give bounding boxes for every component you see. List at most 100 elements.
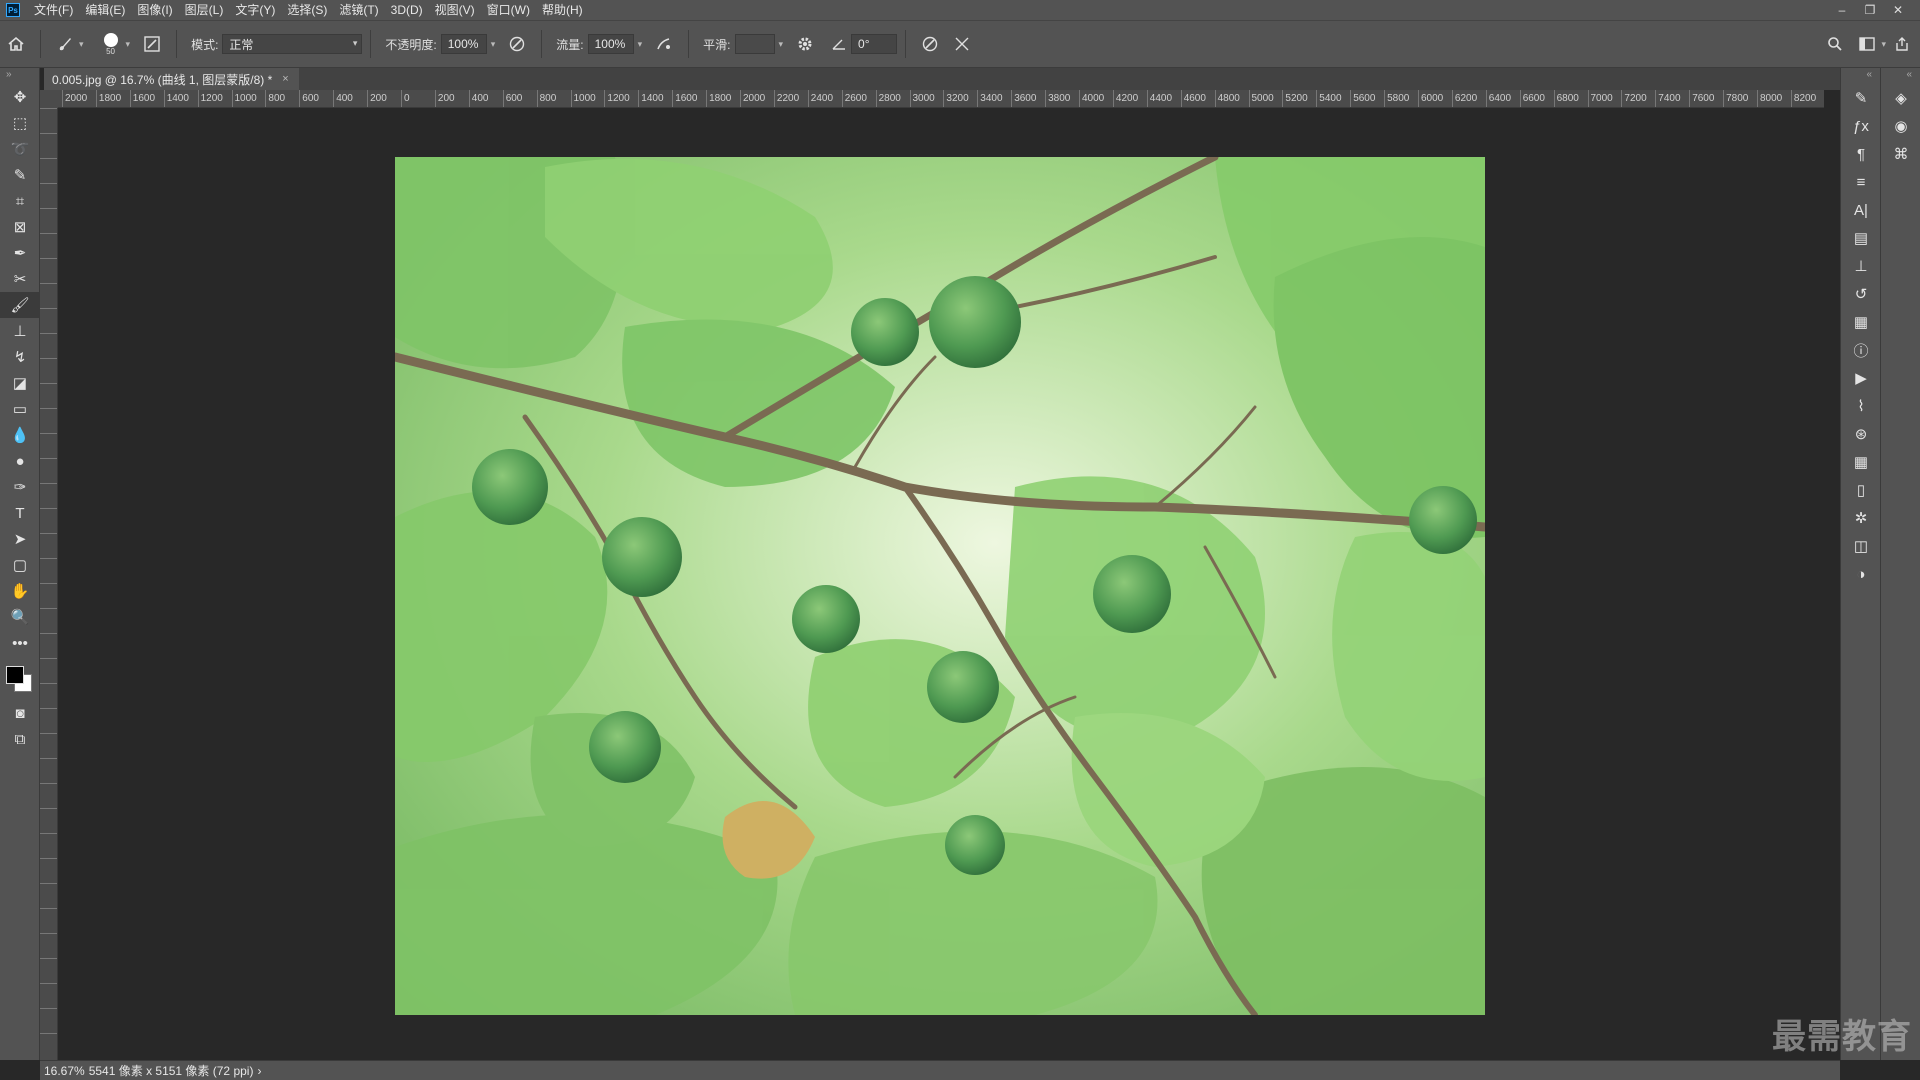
dock-expand-icon[interactable]: « bbox=[1881, 68, 1920, 84]
properties-icon[interactable]: ▤ bbox=[1841, 224, 1881, 252]
foreground-color-swatch[interactable] bbox=[6, 666, 24, 684]
pressure-size-icon[interactable] bbox=[918, 32, 942, 56]
screen-mode-icon[interactable]: ⧉ bbox=[0, 726, 40, 752]
status-arrow-icon[interactable]: › bbox=[253, 1064, 261, 1078]
hand-tool-icon[interactable]: ✋ bbox=[0, 578, 40, 604]
marquee-tool-icon[interactable]: ⬚ bbox=[0, 110, 40, 136]
chevron-down-icon[interactable]: ▾ bbox=[79, 39, 84, 50]
chevron-down-icon[interactable]: ▾ bbox=[779, 39, 784, 50]
menu-item[interactable]: 图像(I) bbox=[131, 0, 178, 20]
chevron-down-icon[interactable]: ▾ bbox=[491, 39, 496, 50]
paths-panel-icon[interactable]: ⌘ bbox=[1881, 140, 1920, 168]
navigator-icon[interactable]: ✲ bbox=[1841, 504, 1881, 532]
type-tool-icon[interactable]: T bbox=[0, 500, 40, 526]
smoothing-gear-icon[interactable] bbox=[793, 32, 817, 56]
close-window-icon[interactable]: ✕ bbox=[1884, 3, 1912, 17]
crop-tool-icon[interactable]: ⌗ bbox=[0, 188, 40, 214]
minimize-icon[interactable]: – bbox=[1828, 3, 1856, 17]
more-tools-icon[interactable]: ••• bbox=[0, 630, 40, 656]
share-icon[interactable] bbox=[1890, 32, 1914, 56]
clone-source-icon[interactable]: ⊥ bbox=[1841, 252, 1881, 280]
pen-tool-icon[interactable]: ✑ bbox=[0, 474, 40, 500]
eyedropper-tool-icon[interactable]: ✒ bbox=[0, 240, 40, 266]
lasso-tool-icon[interactable]: ➰ bbox=[0, 136, 40, 162]
rectangle-tool-icon[interactable]: ▢ bbox=[0, 552, 40, 578]
symmetry-icon[interactable] bbox=[950, 32, 974, 56]
horizontal-ruler[interactable]: 2000 1800 1600 1400 1200 1000 800 600 400 200 0 200… bbox=[58, 90, 1824, 108]
timeline-icon[interactable]: ▦ bbox=[1841, 448, 1881, 476]
color-swatches[interactable] bbox=[0, 660, 40, 700]
blur-tool-icon[interactable]: 💧 bbox=[0, 422, 40, 448]
workspace-icon[interactable] bbox=[1855, 32, 1879, 56]
menu-item[interactable]: 编辑(E) bbox=[79, 0, 131, 20]
menu-item[interactable]: 3D(D) bbox=[385, 0, 429, 20]
menu-item[interactable]: 帮助(H) bbox=[536, 0, 589, 20]
fx-icon[interactable]: ƒx bbox=[1841, 112, 1881, 140]
ruler-tick-label: 800 bbox=[536, 90, 556, 107]
notes-icon[interactable]: ▯ bbox=[1841, 476, 1881, 504]
menu-item[interactable]: 文件(F) bbox=[28, 0, 79, 20]
quick-select-tool-icon[interactable]: ✎ bbox=[0, 162, 40, 188]
quick-mask-icon[interactable]: ◙ bbox=[0, 700, 40, 726]
chevron-down-icon[interactable]: ▾ bbox=[126, 39, 131, 50]
brush-settings-toggle-icon[interactable] bbox=[140, 32, 164, 56]
pressure-opacity-icon[interactable] bbox=[505, 32, 529, 56]
menu-item[interactable]: 选择(S) bbox=[281, 0, 333, 20]
zoom-tool-icon[interactable]: 🔍 bbox=[0, 604, 40, 630]
paths-icon[interactable]: ⌇ bbox=[1841, 392, 1881, 420]
brush-settings-icon[interactable]: ✎ bbox=[1841, 84, 1881, 112]
path-select-tool-icon[interactable]: ➤ bbox=[0, 526, 40, 552]
dock-collapse-icon[interactable]: « bbox=[1841, 68, 1880, 84]
3d-icon[interactable]: ⊛ bbox=[1841, 420, 1881, 448]
mode-select[interactable]: 正常 ▾ bbox=[222, 34, 363, 54]
layers-icon[interactable]: ◈ bbox=[1881, 84, 1920, 112]
dodge-tool-icon[interactable]: ● bbox=[0, 448, 40, 474]
menu-item[interactable]: 视图(V) bbox=[429, 0, 481, 20]
ruler-corner[interactable] bbox=[40, 90, 58, 108]
color-icon[interactable]: ◑ bbox=[1841, 560, 1881, 588]
swatches-icon[interactable]: ◫ bbox=[1841, 532, 1881, 560]
menu-item[interactable]: 滤镜(T) bbox=[333, 0, 384, 20]
document-image[interactable] bbox=[395, 157, 1485, 1015]
close-tab-icon[interactable]: × bbox=[282, 73, 288, 85]
actions-icon[interactable]: ▶ bbox=[1841, 364, 1881, 392]
brush-size-picker[interactable]: 50 bbox=[98, 32, 124, 56]
search-icon[interactable] bbox=[1823, 32, 1847, 56]
menu-item[interactable]: 文字(Y) bbox=[229, 0, 281, 20]
history-icon[interactable]: ↺ bbox=[1841, 280, 1881, 308]
eraser-tool-icon[interactable]: ◪ bbox=[0, 370, 40, 396]
healing-tool-icon[interactable]: ✂ bbox=[0, 266, 40, 292]
ruler-tick bbox=[40, 408, 57, 410]
brush-preset-icon[interactable] bbox=[53, 32, 77, 56]
chevron-down-icon[interactable]: ▾ bbox=[638, 39, 643, 50]
toolbar-collapse-icon[interactable]: » bbox=[0, 68, 39, 84]
flow-input[interactable]: 100% bbox=[587, 34, 634, 54]
libraries-icon[interactable]: ▦ bbox=[1841, 308, 1881, 336]
document-tab[interactable]: 0.005.jpg @ 16.7% (曲线 1, 图层蒙版/8) * × bbox=[44, 68, 299, 90]
smoothing-input[interactable] bbox=[734, 34, 775, 54]
photoshop-logo-icon[interactable]: Ps bbox=[6, 3, 20, 17]
gradient-tool-icon[interactable]: ▭ bbox=[0, 396, 40, 422]
history-brush-tool-icon[interactable]: ↯ bbox=[0, 344, 40, 370]
vertical-ruler[interactable] bbox=[40, 108, 58, 1060]
chevron-down-icon[interactable]: ▾ bbox=[1881, 39, 1886, 50]
canvas-area[interactable] bbox=[58, 108, 1824, 1060]
menu-item[interactable]: 图层(L) bbox=[179, 0, 230, 20]
ruler-tick bbox=[40, 133, 57, 135]
adjustments-icon[interactable]: ≡ bbox=[1841, 168, 1881, 196]
info-icon[interactable]: ⓘ bbox=[1841, 336, 1881, 364]
menu-item[interactable]: 窗口(W) bbox=[481, 0, 536, 20]
brush-tool-icon[interactable]: 🖌 bbox=[0, 292, 40, 318]
airbrush-icon[interactable] bbox=[652, 32, 676, 56]
channels-icon[interactable]: ◉ bbox=[1881, 112, 1920, 140]
restore-icon[interactable]: ❐ bbox=[1856, 3, 1884, 17]
home-icon[interactable] bbox=[4, 32, 28, 56]
opacity-input[interactable]: 100% bbox=[440, 34, 487, 54]
clone-stamp-tool-icon[interactable]: ⊥ bbox=[0, 318, 40, 344]
character-icon[interactable]: A| bbox=[1841, 196, 1881, 224]
frame-tool-icon[interactable]: ⊠ bbox=[0, 214, 40, 240]
paragraph-icon[interactable]: ¶ bbox=[1841, 140, 1881, 168]
angle-input[interactable]: 0° bbox=[851, 34, 898, 54]
move-tool-icon[interactable]: ✥ bbox=[0, 84, 40, 110]
zoom-level[interactable]: 16.67% bbox=[40, 1064, 85, 1078]
